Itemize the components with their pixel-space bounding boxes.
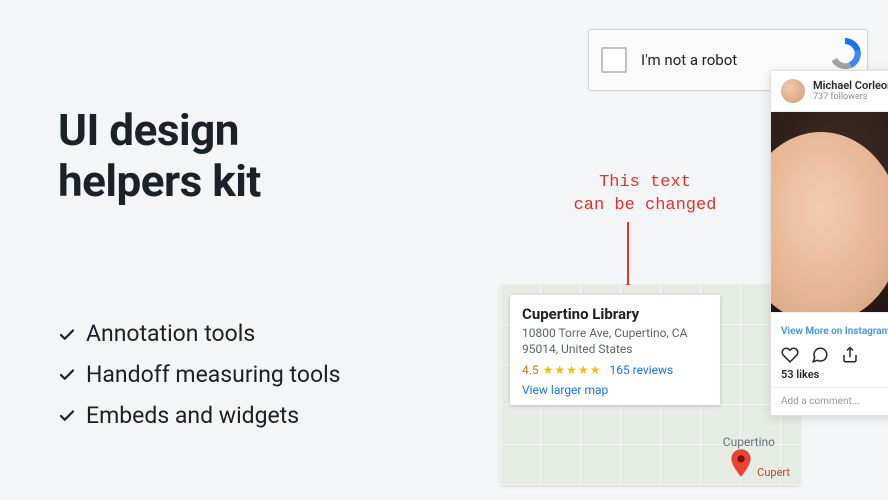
- recaptcha-label: I'm not a robot: [641, 51, 737, 69]
- comment-icon[interactable]: [811, 346, 829, 364]
- page-title: UI design helpers kit: [58, 105, 341, 206]
- instagram-viewmore-row: View More on Instagram: [771, 312, 888, 342]
- feature-label: Handoff measuring tools: [86, 357, 341, 394]
- annotation-line-2: can be changed: [574, 196, 717, 215]
- map-place-name: Cupertino Library: [522, 305, 708, 323]
- map-address: 10800 Torre Ave, Cupertino, CA 95014, Un…: [522, 325, 708, 357]
- map-embed[interactable]: Cupertino Cupert Cupertino Library 10800…: [500, 285, 800, 485]
- stars-icon: ★★★★★: [543, 363, 602, 377]
- heart-icon[interactable]: [781, 346, 799, 364]
- recaptcha-checkbox[interactable]: [601, 47, 627, 73]
- instagram-embed: Michael Corleone 737 followers View More…: [770, 70, 888, 416]
- feature-label: Annotation tools: [86, 316, 255, 353]
- view-larger-map-link[interactable]: View larger map: [522, 383, 708, 397]
- annotation-line-1: This text: [599, 173, 691, 192]
- feature-label: Embeds and widgets: [86, 398, 299, 435]
- instagram-post-image[interactable]: [771, 112, 888, 312]
- image-content: [771, 132, 888, 312]
- instagram-username[interactable]: Michael Corleone: [813, 80, 888, 92]
- annotation-pointer-line: [627, 222, 629, 286]
- map-rating-row: 4.5 ★★★★★ 165 reviews: [522, 363, 708, 377]
- list-item: Handoff measuring tools: [58, 357, 341, 394]
- instagram-followers: 737 followers: [813, 92, 888, 102]
- list-item: Annotation tools: [58, 316, 341, 353]
- title-line-1: UI design: [58, 104, 239, 156]
- map-city-label: Cupertino: [723, 435, 775, 449]
- rating-value: 4.5: [522, 363, 539, 377]
- instagram-likes[interactable]: 53 likes: [771, 368, 888, 387]
- recaptcha-logo-icon: [825, 34, 865, 74]
- hero-block: UI design helpers kit Annotation tools H…: [58, 105, 341, 439]
- annotation-callout: This text can be changed: [530, 172, 760, 218]
- instagram-user-block: Michael Corleone 737 followers: [813, 80, 888, 102]
- instagram-actions: [771, 342, 888, 368]
- reviews-link[interactable]: 165 reviews: [609, 363, 673, 377]
- share-icon[interactable]: [841, 346, 859, 364]
- feature-list: Annotation tools Handoff measuring tools…: [58, 316, 341, 434]
- map-pin-icon: [730, 449, 752, 477]
- list-item: Embeds and widgets: [58, 398, 341, 435]
- title-line-2: helpers kit: [58, 155, 261, 207]
- check-icon: [58, 326, 76, 344]
- instagram-header[interactable]: Michael Corleone 737 followers: [771, 71, 888, 112]
- avatar[interactable]: [781, 79, 805, 103]
- map-pin-label: Cupert: [757, 466, 790, 479]
- instagram-comment-input[interactable]: Add a comment...: [771, 387, 888, 415]
- check-icon: [58, 366, 76, 384]
- map-info-card: Cupertino Library 10800 Torre Ave, Cuper…: [510, 295, 720, 405]
- check-icon: [58, 407, 76, 425]
- instagram-viewmore-link[interactable]: View More on Instagram: [781, 326, 888, 337]
